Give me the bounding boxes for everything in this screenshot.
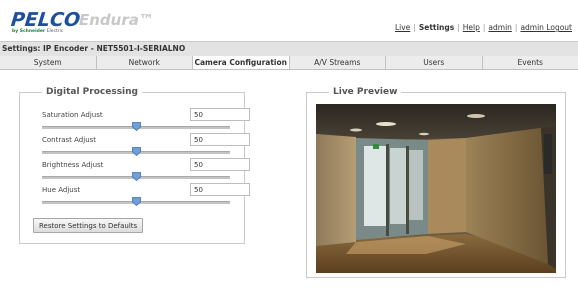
- live-preview-panel: Live Preview: [306, 87, 566, 278]
- hue-adjust-row: Hue Adjust: [35, 183, 250, 208]
- header: PELCO by Schneider Electric Endura™ Live…: [0, 0, 578, 40]
- restore-defaults-button[interactable]: Restore Settings to Defaults: [33, 218, 144, 233]
- page-title: Settings: IP Encoder - NET5501-I-SERIALN…: [2, 44, 186, 53]
- divider: |: [413, 23, 416, 32]
- main-content: Digital Processing Saturation Adjust Con…: [0, 70, 578, 303]
- divider: |: [482, 23, 486, 32]
- tab-events[interactable]: Events: [482, 56, 578, 69]
- saturation-adjust-row: Saturation Adjust: [35, 108, 250, 133]
- logout-link[interactable]: admin Logout: [520, 23, 572, 32]
- saturation-slider[interactable]: [42, 122, 230, 131]
- brightness-slider[interactable]: [42, 172, 230, 181]
- contrast-slider-thumb[interactable]: [131, 147, 141, 156]
- digital-processing-panel: Digital Processing Saturation Adjust Con…: [19, 87, 250, 244]
- live-preview-legend: Live Preview: [329, 87, 402, 97]
- hue-slider[interactable]: [42, 197, 230, 206]
- contrast-input[interactable]: [190, 133, 250, 146]
- admin-link[interactable]: admin: [488, 23, 512, 32]
- product-name: Endura™: [79, 11, 154, 29]
- contrast-label: Contrast Adjust: [42, 136, 97, 144]
- divider: |: [514, 23, 518, 32]
- tab-users[interactable]: Users: [386, 56, 483, 69]
- schneider-logo-text: by Schneider Electric: [12, 29, 64, 34]
- contrast-adjust-row: Contrast Adjust: [35, 133, 250, 158]
- hue-slider-thumb[interactable]: [131, 197, 141, 206]
- help-link[interactable]: Help: [463, 23, 480, 32]
- brightness-adjust-row: Brightness Adjust: [35, 158, 250, 183]
- contrast-slider[interactable]: [42, 147, 230, 156]
- pelco-logo: PELCO: [9, 9, 82, 31]
- top-links: Live | Settings | Help | admin | admin Logout: [395, 23, 572, 32]
- brightness-input[interactable]: [190, 158, 250, 171]
- tab-av-streams[interactable]: A/V Streams: [289, 56, 386, 69]
- saturation-slider-thumb[interactable]: [131, 122, 141, 131]
- hue-label: Hue Adjust: [42, 186, 81, 194]
- saturation-input[interactable]: [190, 108, 250, 121]
- hue-input[interactable]: [190, 183, 250, 196]
- tab-bar: System Network Camera Configuration A/V …: [0, 56, 578, 70]
- brightness-label: Brightness Adjust: [42, 161, 104, 169]
- live-preview-video: [316, 104, 556, 273]
- page-title-bar: Settings: IP Encoder - NET5501-I-SERIALN…: [0, 41, 578, 57]
- digital-processing-legend: Digital Processing: [42, 87, 142, 97]
- settings-link[interactable]: Settings: [419, 23, 454, 32]
- brightness-slider-thumb[interactable]: [131, 172, 141, 181]
- tab-system[interactable]: System: [0, 56, 97, 69]
- live-link[interactable]: Live: [395, 23, 410, 32]
- camera-feed-image: [316, 104, 556, 273]
- saturation-label: Saturation Adjust: [42, 111, 103, 119]
- tab-camera-configuration[interactable]: Camera Configuration: [193, 56, 290, 69]
- tab-network[interactable]: Network: [96, 56, 193, 69]
- divider: |: [457, 23, 460, 32]
